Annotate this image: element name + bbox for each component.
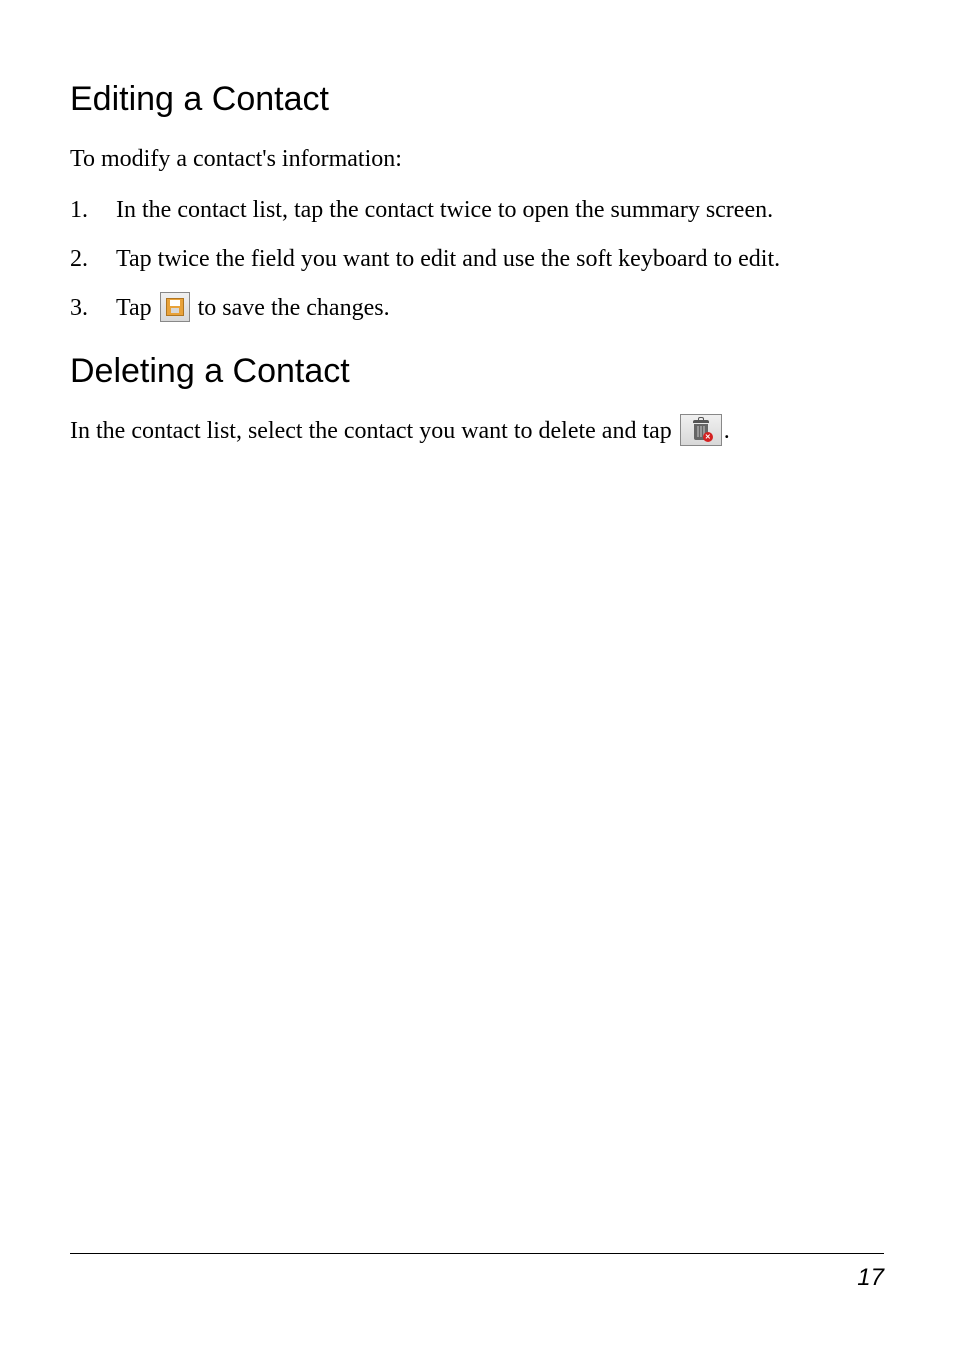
save-icon — [160, 292, 190, 322]
list-item: In the contact list, tap the contact twi… — [70, 193, 884, 228]
intro-paragraph: To modify a contact's information: — [70, 143, 884, 175]
delete-text-before: In the contact list, select the contact … — [70, 418, 678, 444]
trash-delete-icon — [680, 414, 722, 446]
list-item-text-after: to save the changes. — [192, 295, 390, 321]
page-number: 17 — [857, 1264, 884, 1291]
list-item: Tap to save the changes. — [70, 291, 884, 326]
page-footer: 17 — [70, 1253, 884, 1292]
list-item: Tap twice the field you want to edit and… — [70, 242, 884, 277]
list-item-text-before: Tap — [116, 295, 158, 321]
heading-deleting-contact: Deleting a Contact — [70, 352, 884, 391]
delete-paragraph: In the contact list, select the contact … — [70, 415, 884, 449]
heading-editing-contact: Editing a Contact — [70, 80, 884, 119]
delete-text-after: . — [724, 418, 730, 444]
editing-steps-list: In the contact list, tap the contact twi… — [70, 193, 884, 325]
